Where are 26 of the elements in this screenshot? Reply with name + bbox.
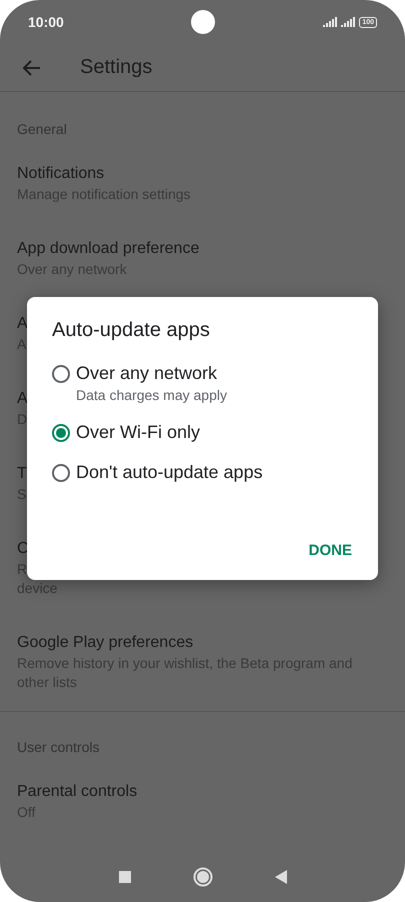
radio-button[interactable] <box>52 424 70 442</box>
recents-button[interactable] <box>118 871 130 883</box>
setting-title[interactable]: Parental controls <box>17 781 138 803</box>
signal-icon <box>323 17 338 27</box>
status-time: 10:00 <box>28 14 64 30</box>
done-button[interactable]: DONE <box>308 538 352 563</box>
home-button[interactable] <box>192 867 212 887</box>
setting-title[interactable]: A <box>17 313 28 335</box>
radio-button[interactable] <box>52 464 70 482</box>
option-label[interactable]: Over any network <box>76 361 227 386</box>
dialog-title: Auto-update apps <box>52 318 211 343</box>
setting-title[interactable]: A <box>17 388 28 410</box>
setting-title[interactable]: C <box>17 538 29 560</box>
setting-title[interactable]: Notifications <box>17 163 104 185</box>
setting-title[interactable]: T <box>17 463 27 485</box>
back-button[interactable] <box>274 870 286 884</box>
radio-button[interactable] <box>52 365 70 383</box>
signal-icon <box>341 17 356 27</box>
option-label[interactable]: Don't auto-update apps <box>76 460 263 485</box>
option-label[interactable]: Over Wi-Fi only <box>76 420 200 445</box>
setting-title[interactable]: Google Play preferences <box>17 632 194 654</box>
camera-cutout <box>191 10 215 34</box>
screen-title: Settings <box>80 56 152 79</box>
back-arrow-icon <box>22 58 42 78</box>
option-hint: Data charges may apply <box>76 386 227 405</box>
setting-title[interactable]: App download preference <box>17 238 200 260</box>
